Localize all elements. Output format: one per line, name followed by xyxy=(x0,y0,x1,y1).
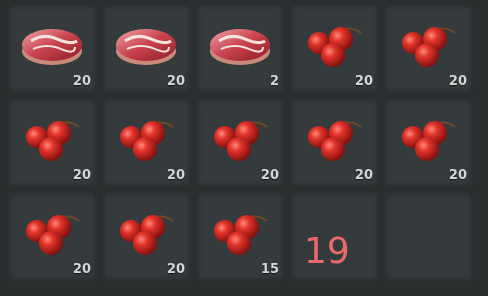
item-quantity: 20 xyxy=(354,168,373,183)
inventory-slot[interactable]: 20 xyxy=(290,98,379,187)
item-quantity: 20 xyxy=(72,168,91,183)
berries-icon xyxy=(308,27,362,67)
inventory-slot[interactable]: 20 xyxy=(102,98,191,187)
inventory-slot[interactable]: 20 xyxy=(8,192,97,281)
berries-icon xyxy=(120,215,174,255)
berries-icon xyxy=(308,121,362,161)
inventory-slot[interactable]: 20 xyxy=(290,4,379,93)
berries-icon xyxy=(26,215,80,255)
overlay-number: 19 xyxy=(304,231,350,272)
inventory-slot[interactable]: 20 xyxy=(102,4,191,93)
item-quantity: 20 xyxy=(72,262,91,277)
item-quantity: 2 xyxy=(269,74,279,89)
item-quantity: 20 xyxy=(260,168,279,183)
inventory-slot[interactable]: 2 xyxy=(196,4,285,93)
inventory-slot[interactable]: 20 xyxy=(384,4,473,93)
steak-icon xyxy=(22,29,82,65)
item-quantity: 20 xyxy=(166,262,185,277)
inventory-grid: 20 20 2 20 20 20 20 20 20 20 20 20 15 xyxy=(8,4,473,281)
inventory-slot-empty[interactable] xyxy=(384,192,473,281)
steak-icon xyxy=(210,29,270,65)
inventory-slot[interactable]: 15 xyxy=(196,192,285,281)
item-quantity: 20 xyxy=(166,74,185,89)
inventory-slot[interactable]: 20 xyxy=(102,192,191,281)
inventory-slot[interactable]: 20 xyxy=(196,98,285,187)
berries-icon xyxy=(214,121,268,161)
inventory-slot[interactable]: 20 xyxy=(8,4,97,93)
item-quantity: 20 xyxy=(354,74,373,89)
berries-icon xyxy=(120,121,174,161)
inventory-slot[interactable]: 20 xyxy=(8,98,97,187)
inventory-slot[interactable]: 20 xyxy=(384,98,473,187)
berries-icon xyxy=(214,215,268,255)
item-quantity: 20 xyxy=(448,168,467,183)
berries-icon xyxy=(26,121,80,161)
item-quantity: 20 xyxy=(166,168,185,183)
berries-icon xyxy=(402,27,456,67)
item-quantity: 20 xyxy=(448,74,467,89)
item-quantity: 15 xyxy=(260,262,279,277)
item-quantity: 20 xyxy=(72,74,91,89)
steak-icon xyxy=(116,29,176,65)
berries-icon xyxy=(402,121,456,161)
